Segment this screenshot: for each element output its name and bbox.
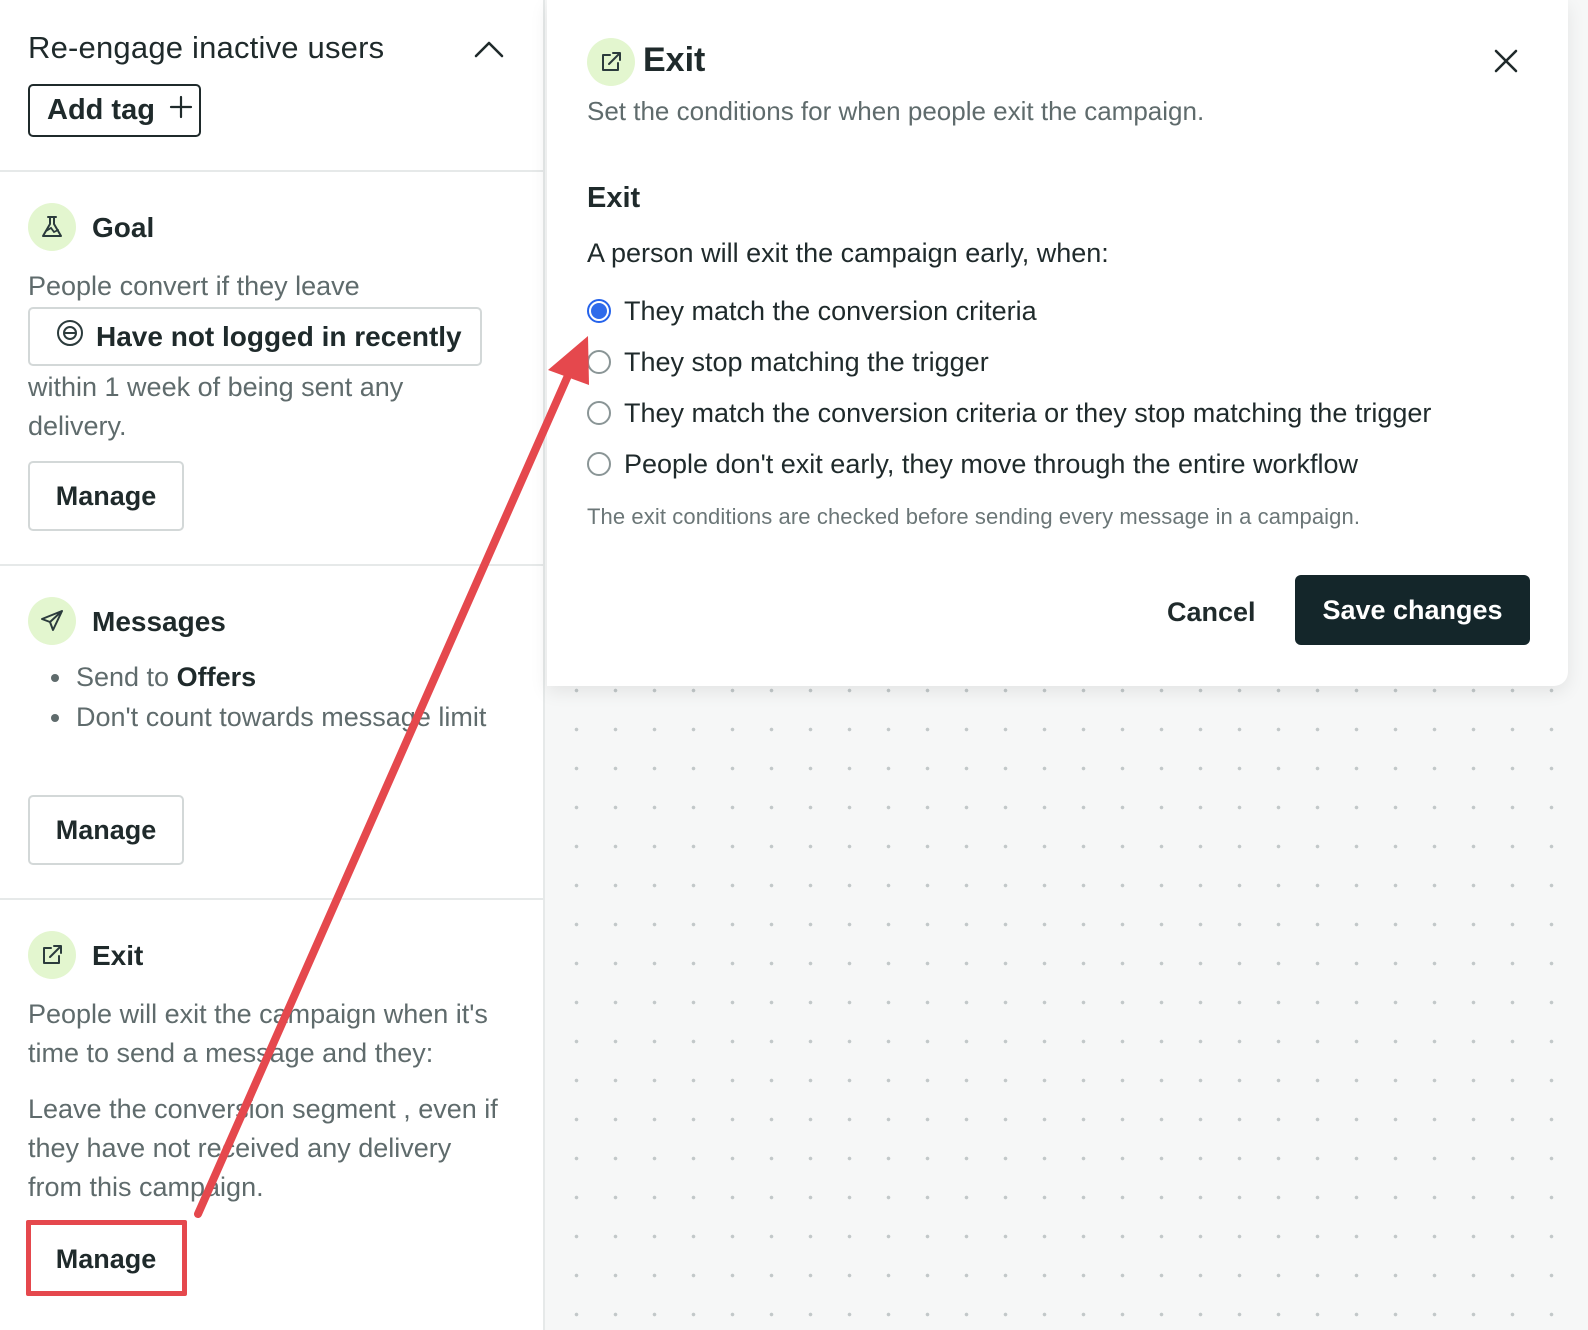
exit-section: Exit People will exit the campaign when … bbox=[0, 900, 545, 1330]
exit-note: The exit conditions are checked before s… bbox=[587, 504, 1361, 529]
campaign-header: Re-engage inactive users Add tag bbox=[0, 0, 545, 172]
exit-option-trigger[interactable]: They stop matching the trigger bbox=[587, 342, 989, 382]
radio-button[interactable] bbox=[587, 350, 611, 374]
flask-icon bbox=[28, 203, 76, 251]
panel-subtitle: Set the conditions for when people exit … bbox=[587, 96, 1205, 126]
exit-option-conversion-or-trigger[interactable]: They match the conversion criteria or th… bbox=[587, 393, 1431, 433]
paper-plane-icon bbox=[28, 597, 76, 645]
segment-pill[interactable]: Have not logged in recently bbox=[28, 307, 482, 366]
exit-condition-text: Leave the conversion segment , even if t… bbox=[28, 1094, 498, 1202]
add-tag-label: Add tag bbox=[47, 94, 155, 126]
exit-section-heading: Exit bbox=[587, 182, 641, 214]
exit-question: A person will exit the campaign early, w… bbox=[587, 238, 1109, 268]
campaign-sidebar: Re-engage inactive users Add tag Goal Pe… bbox=[0, 0, 545, 1330]
list-item: Send to Offers bbox=[48, 658, 488, 697]
goal-text-after: within 1 week of being sent any delivery… bbox=[28, 372, 404, 441]
exit-option-conversion[interactable]: They match the conversion criteria bbox=[587, 291, 1037, 331]
panel-title: Exit bbox=[643, 41, 706, 79]
exit-text: People will exit the campaign when it's … bbox=[28, 999, 488, 1068]
goal-title: Goal bbox=[92, 212, 155, 243]
segment-name: Have not logged in recently bbox=[96, 320, 462, 352]
exit-manage-button[interactable]: Manage bbox=[28, 1224, 184, 1294]
goal-section: Goal People convert if they leave Have n… bbox=[0, 172, 545, 566]
exit-settings-panel: Exit Set the conditions for when people … bbox=[547, 0, 1568, 686]
external-link-icon bbox=[587, 38, 635, 86]
add-tag-button[interactable]: Add tag bbox=[28, 84, 201, 137]
goal-text-before: People convert if they leave bbox=[28, 271, 360, 301]
exit-option-no-early-exit[interactable]: People don't exit early, they move throu… bbox=[587, 444, 1358, 484]
messages-manage-button[interactable]: Manage bbox=[28, 795, 184, 865]
close-icon[interactable] bbox=[1491, 46, 1521, 76]
subscription-topic: Offers bbox=[176, 662, 257, 692]
segment-icon bbox=[56, 319, 84, 354]
radio-button[interactable] bbox=[587, 401, 611, 425]
messages-settings-list: Send to Offers Don't count towards messa… bbox=[48, 658, 488, 738]
exit-title: Exit bbox=[92, 940, 144, 971]
messages-section: Messages Send to Offers Don't count towa… bbox=[0, 566, 545, 900]
radio-button[interactable] bbox=[587, 452, 611, 476]
external-link-icon bbox=[28, 931, 76, 979]
radio-button[interactable] bbox=[587, 299, 611, 323]
messages-title: Messages bbox=[92, 606, 226, 637]
chevron-up-icon[interactable] bbox=[472, 36, 506, 62]
plus-icon bbox=[169, 94, 193, 127]
list-item: Don't count towards message limit bbox=[48, 698, 488, 737]
cancel-button[interactable]: Cancel bbox=[1157, 577, 1266, 647]
goal-manage-button[interactable]: Manage bbox=[28, 461, 184, 531]
campaign-title: Re-engage inactive users bbox=[28, 30, 385, 65]
save-changes-button[interactable]: Save changes bbox=[1295, 575, 1530, 645]
